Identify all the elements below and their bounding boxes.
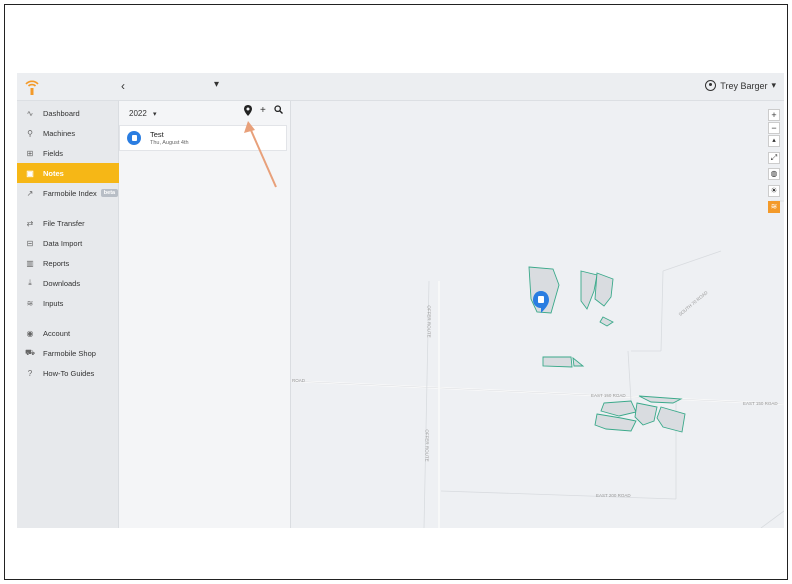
annotation-arrow <box>244 121 277 188</box>
